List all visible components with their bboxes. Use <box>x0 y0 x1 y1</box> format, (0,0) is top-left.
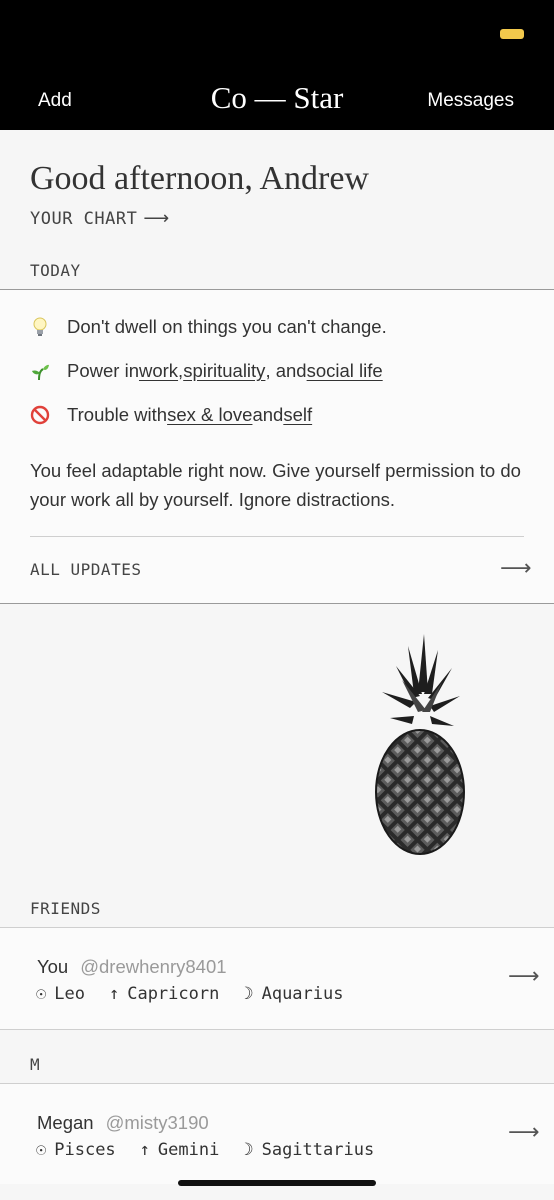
messages-button[interactable]: Messages <box>427 90 514 112</box>
link-sex-and-love[interactable]: sex & love <box>167 404 252 426</box>
moon-sign-value: Aquarius <box>261 984 344 1004</box>
friends-group-label: M <box>30 1055 41 1074</box>
divider <box>0 603 554 604</box>
link-social-life[interactable]: social life <box>307 360 383 382</box>
all-updates-link[interactable]: ALL UPDATES <box>30 560 141 579</box>
your-chart-link[interactable]: YOUR CHART ⟶ <box>30 208 170 229</box>
moon-icon: ☽ <box>243 984 254 1004</box>
seedling-icon <box>30 361 50 381</box>
rising-arrow-icon: ↑ <box>139 1140 150 1160</box>
friend-signs: ☉ Leo ↑ Capricorn ☽ Aquarius <box>36 984 343 1004</box>
rising-sign-value: Capricorn <box>127 984 220 1004</box>
moon-icon: ☽ <box>243 1140 254 1160</box>
battery-icon <box>500 29 524 39</box>
daily-reading-paragraph: You feel adaptable right now. Give yours… <box>30 460 521 510</box>
moon-sign: ☽ Aquarius <box>243 984 343 1004</box>
sun-icon: ☉ <box>36 984 47 1004</box>
tip-text: Power in <box>67 360 139 381</box>
moon-sign: ☽ Sagittarius <box>243 1140 374 1160</box>
arrow-right-icon: ⟶ <box>143 208 170 229</box>
friend-display-name: Megan <box>37 1112 94 1133</box>
friend-handle: @misty3190 <box>105 1112 209 1133</box>
sun-sign: ☉ Pisces <box>36 1140 116 1160</box>
link-self[interactable]: self <box>283 404 312 426</box>
friend-row-you[interactable]: You @drewhenry8401 ☉ Leo ↑ Capricorn ☽ Aquar… <box>0 928 554 1029</box>
link-spirituality[interactable]: spirituality <box>183 360 265 382</box>
friend-handle: @drewhenry8401 <box>80 956 227 977</box>
friend-name: Megan @misty3190 <box>37 1112 209 1134</box>
divider <box>0 1029 554 1030</box>
prohibited-icon <box>30 405 50 425</box>
friend-signs: ☉ Pisces ↑ Gemini ☽ Sagittarius <box>36 1140 374 1160</box>
sun-sign-value: Pisces <box>54 1140 116 1160</box>
tip-item-power: Power in work, spirituality, and social … <box>30 360 383 382</box>
today-section-label: TODAY <box>30 261 81 280</box>
greeting-title: Good afternoon, Andrew <box>30 160 369 197</box>
rising-sign: ↑ Capricorn <box>109 984 219 1004</box>
link-work[interactable]: work <box>139 360 178 382</box>
arrow-right-icon[interactable]: ⟶ <box>508 964 540 989</box>
tip-item-trouble: Trouble with sex & love and self <box>30 404 312 426</box>
rising-arrow-icon: ↑ <box>108 984 120 1004</box>
divider <box>30 536 524 537</box>
rising-sign: ↑ Gemini <box>140 1140 220 1160</box>
arrow-right-icon[interactable]: ⟶ <box>500 556 532 581</box>
friends-section-label: FRIENDS <box>30 899 101 918</box>
tip-text: Don't dwell on things you can't change. <box>67 316 387 337</box>
sun-icon: ☉ <box>36 1140 47 1160</box>
tip-item-dont-dwell: Don't dwell on things you can't change. <box>30 316 387 338</box>
sun-sign-value: Leo <box>54 984 85 1004</box>
tip-separator: , and <box>265 360 307 381</box>
lightbulb-icon <box>30 317 50 337</box>
rising-sign-value: Gemini <box>157 1140 220 1160</box>
friend-name: You @drewhenry8401 <box>37 956 227 978</box>
home-indicator[interactable] <box>178 1180 376 1186</box>
friend-display-name: You <box>37 956 69 977</box>
pineapple-illustration <box>375 634 465 855</box>
arrow-right-icon[interactable]: ⟶ <box>508 1120 540 1145</box>
friend-row-megan[interactable]: Megan @misty3190 ☉ Pisces ↑ Gemini ☽ Sagitta… <box>0 1084 554 1184</box>
tip-text: Trouble with <box>67 404 168 425</box>
sun-sign: ☉ Leo <box>36 984 85 1004</box>
moon-sign-value: Sagittarius <box>261 1140 375 1160</box>
tip-separator: and <box>252 404 284 425</box>
your-chart-label: YOUR CHART <box>30 208 138 229</box>
app-header: Add Co — Star Messages <box>0 0 554 130</box>
